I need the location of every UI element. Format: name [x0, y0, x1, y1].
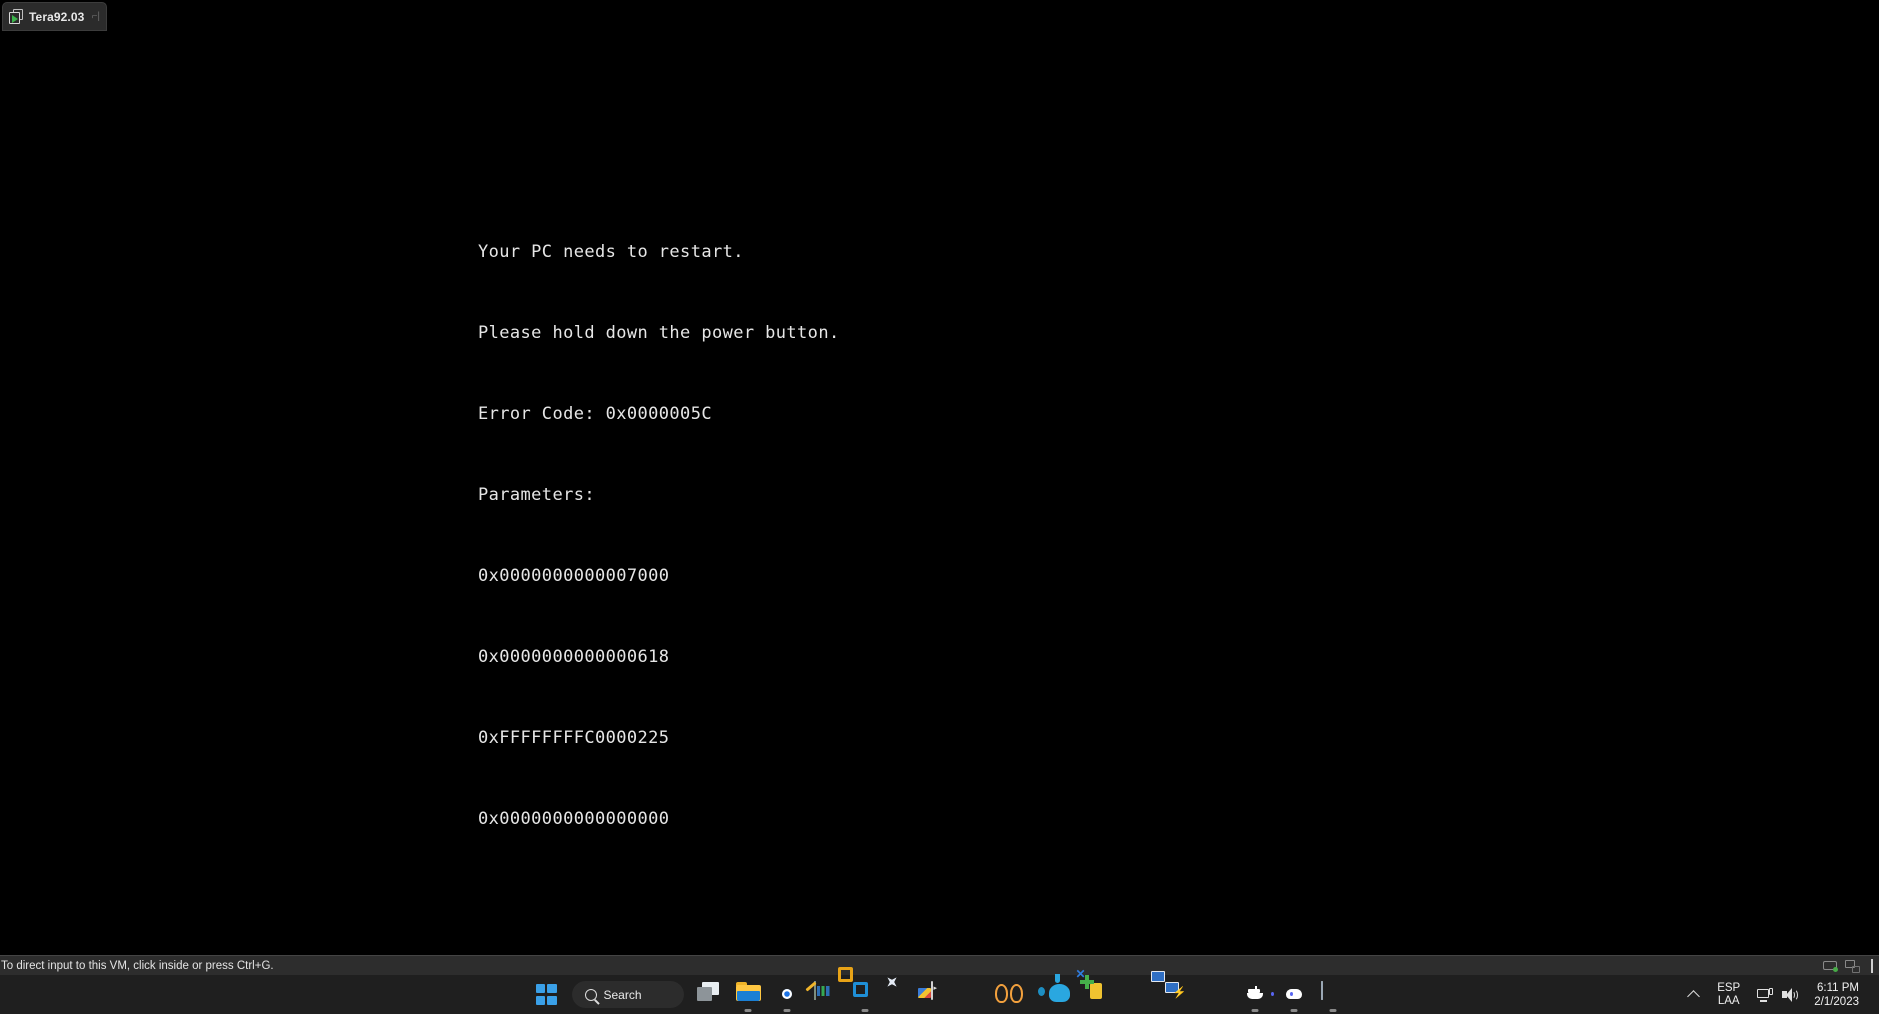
vscode-icon [970, 982, 995, 1007]
running-indicator [861, 1009, 869, 1012]
bsod-parameter: 0xFFFFFFFFC0000225 [478, 728, 670, 748]
running-indicator [744, 1009, 752, 1012]
vm-guest-screen[interactable]: Your PC needs to restart. Please hold do… [0, 33, 1879, 955]
notepad-icon [804, 981, 839, 1007]
running-indicator [1251, 1009, 1259, 1012]
vm-statusbar-divider [1871, 958, 1873, 973]
bsod-parameter: 0x0000000000000618 [478, 647, 670, 667]
bsod-parameter: 0x0000000000007000 [478, 566, 670, 586]
vm-screen-icon [9, 9, 24, 24]
running-indicator [1329, 1009, 1337, 1012]
visual-studio-icon [1126, 982, 1151, 1007]
taskbar-item-task-view[interactable] [690, 975, 729, 1014]
chrome-icon [775, 982, 800, 1007]
windows-taskbar: Search ▸ ✕ ⚡ ESP LAA 6:11 PM 2/1/2023 [0, 967, 1879, 1014]
navicat-icon [994, 982, 1034, 1007]
hard-disk-icon[interactable] [1823, 959, 1838, 973]
taskbar-item-discord[interactable] [1270, 975, 1314, 1014]
tray-quick-settings[interactable] [1749, 987, 1806, 1002]
search-label: Search [603, 987, 642, 1002]
running-indicator [783, 1009, 791, 1012]
volume-icon[interactable] [1782, 987, 1799, 1002]
show-hidden-icons[interactable] [1678, 975, 1708, 1014]
running-indicator [1290, 1009, 1298, 1012]
language-indicator[interactable]: ESP LAA [1708, 982, 1749, 1008]
discord-icon [1270, 982, 1307, 1007]
system-tray: ESP LAA 6:11 PM 2/1/2023 [1678, 975, 1879, 1014]
bsod-parameters-label: Parameters: [478, 485, 595, 505]
search-input[interactable]: Search [571, 981, 684, 1008]
taskbar-item-file-explorer[interactable] [729, 975, 768, 1014]
task-view-icon [696, 982, 722, 1007]
clock[interactable]: 6:11 PM 2/1/2023 [1806, 981, 1865, 1009]
network-icon[interactable] [1757, 987, 1774, 1002]
language-line-1: ESP [1717, 981, 1741, 994]
vm-device-icons [1823, 958, 1879, 973]
search-icon [584, 988, 597, 1001]
screen-recorder-icon: ▸ [917, 981, 956, 1007]
windows-logo-icon [535, 984, 557, 1005]
taskbar-item-remote-desktop[interactable]: ⚡ [1150, 971, 1197, 1014]
taskbar-center-group: Search ▸ ✕ ⚡ [527, 967, 1353, 1014]
taskbar-item-screentogif[interactable]: ▸ [917, 975, 963, 1014]
clock-time: 6:11 PM [1817, 981, 1859, 994]
bsod-line: Your PC needs to restart. [478, 242, 744, 262]
bsod-message: Your PC needs to restart. Please hold do… [478, 185, 840, 887]
taskbar-item-bat-app[interactable] [1197, 975, 1236, 1014]
bsod-error-code-line: Error Code: 0x0000005C [478, 404, 712, 424]
bat-icon [1204, 982, 1229, 1007]
taskbar-item-performance-monitor[interactable] [1314, 975, 1353, 1014]
language-line-2: LAA [1717, 994, 1740, 1007]
vm-tab-trailing: ⌐| [91, 11, 100, 22]
show-desktop-button[interactable] [1865, 975, 1871, 1014]
folder-icon [735, 982, 761, 1007]
vm-tab-strip: Tera92.03 ⌐| [0, 0, 1879, 33]
start-button[interactable] [527, 975, 566, 1014]
perf-chart-icon [1320, 981, 1346, 1007]
vm-status-bar: To direct input to this VM, click inside… [0, 955, 1879, 975]
taskbar-item-sublime-tools[interactable]: ✕ [1075, 967, 1119, 1014]
remote-desktop-icon: ⚡ [1150, 971, 1190, 1007]
vm-tab-title: Tera92.03 [29, 9, 85, 24]
vm-input-hint: To direct input to this VM, click inside… [1, 959, 274, 972]
taskbar-item-navicat[interactable] [994, 975, 1041, 1014]
docker-icon [1243, 982, 1268, 1007]
taskbar-item-postgresql[interactable] [1037, 974, 1080, 1014]
vmware-icon [837, 967, 878, 1007]
clock-date: 2/1/2023 [1814, 995, 1859, 1008]
taskbar-item-vmware-workstation[interactable] [837, 967, 885, 1014]
bsod-line: Please hold down the power button. [478, 323, 840, 343]
elephant-icon [1037, 974, 1073, 1007]
network-adapter-icon[interactable] [1845, 959, 1860, 973]
chevron-up-icon [1686, 989, 1700, 1003]
gold-plate-icon: ✕ [1075, 967, 1112, 1007]
compass-icon [892, 982, 917, 1007]
taskbar-item-docker-desktop[interactable] [1236, 975, 1275, 1014]
vmware-window: Tera92.03 ⌐| Your PC needs to restart. P… [0, 0, 1879, 975]
taskbar-item-google-chrome[interactable] [768, 975, 807, 1014]
vm-tab-tera92[interactable]: Tera92.03 ⌐| [2, 2, 107, 31]
bsod-parameter: 0x0000000000000000 [478, 809, 670, 829]
